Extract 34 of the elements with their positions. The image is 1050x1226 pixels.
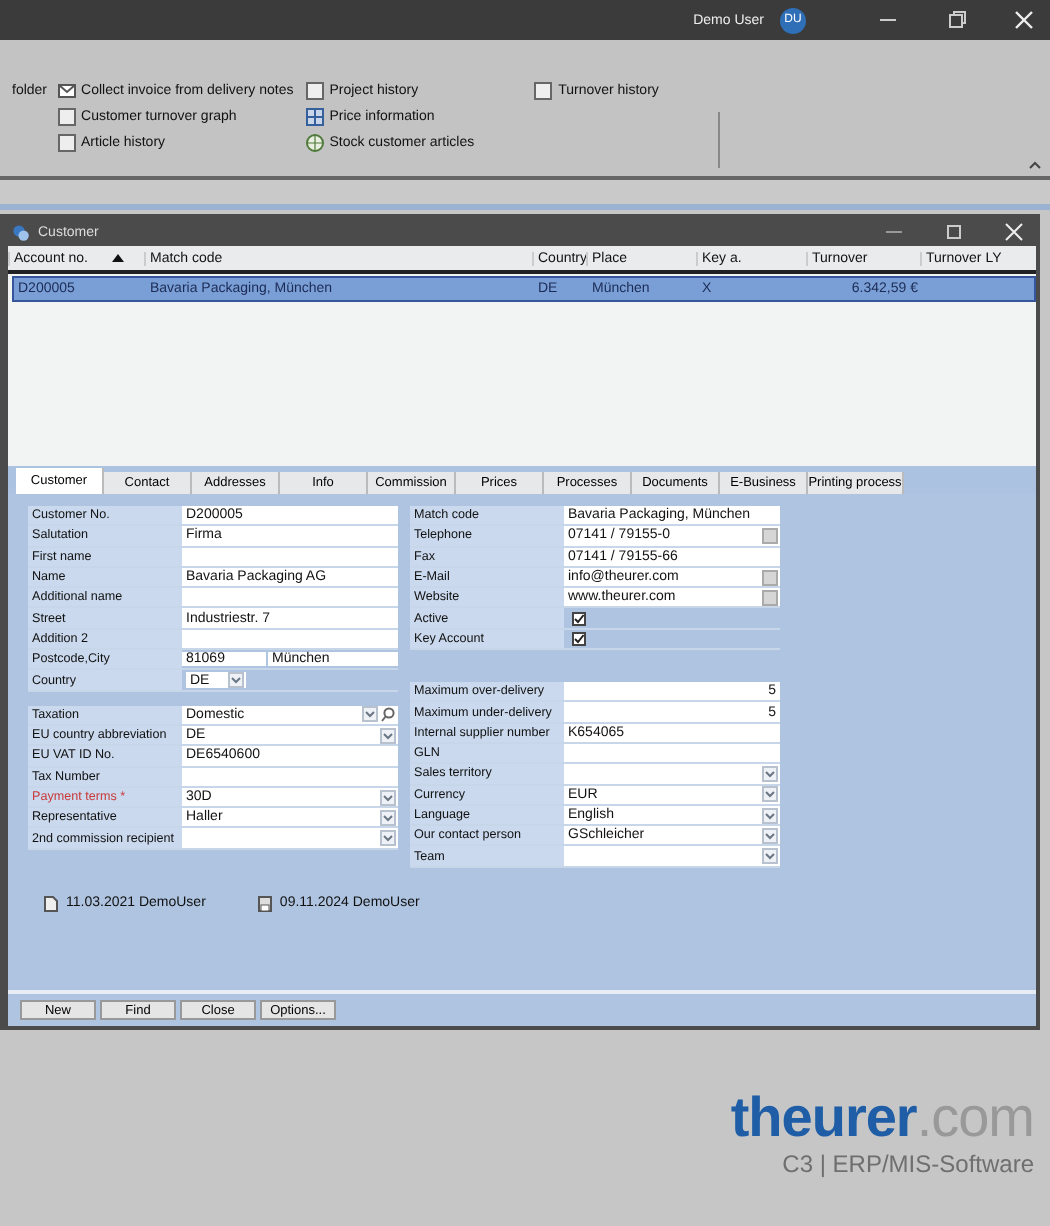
dropdown-field[interactable] — [564, 846, 780, 866]
close-icon[interactable] — [1000, 220, 1028, 244]
dropdown-icon[interactable] — [762, 827, 778, 844]
input-field[interactable] — [182, 588, 398, 607]
document-icon — [44, 895, 58, 912]
brand-tagline: C3 | ERP/MIS-Software — [782, 1150, 1034, 1178]
sort-icon — [112, 254, 124, 262]
dropdown-field[interactable] — [182, 828, 398, 848]
checkbox[interactable] — [572, 631, 586, 646]
dropdown-icon[interactable] — [380, 809, 396, 826]
checkbox-icon — [57, 133, 76, 151]
envelope-icon — [57, 81, 76, 99]
dropdown-icon[interactable] — [228, 672, 244, 689]
checkbox-icon — [57, 107, 76, 125]
dropdown-icon[interactable] — [380, 789, 396, 805]
checkbox-icon — [534, 81, 553, 99]
dropdown-icon[interactable] — [380, 727, 396, 744]
save-icon — [257, 895, 272, 912]
dropdown-icon[interactable] — [762, 848, 778, 865]
app-icon — [12, 223, 30, 241]
dropdown-icon[interactable] — [380, 830, 396, 847]
checkbox[interactable] — [572, 611, 586, 626]
checkbox-icon — [305, 81, 324, 99]
globe-icon — [305, 133, 324, 151]
grid-icon — [305, 107, 324, 125]
dropdown-icon[interactable] — [762, 786, 778, 803]
dropdown-icon[interactable] — [762, 765, 778, 782]
dropdown-field[interactable] — [564, 764, 780, 784]
dropdown-icon[interactable] — [762, 807, 778, 823]
dropdown-icon[interactable] — [362, 706, 378, 723]
search-icon[interactable] — [380, 706, 396, 723]
close-icon[interactable] — [1010, 8, 1038, 32]
field-action-button[interactable] — [762, 527, 778, 544]
collapse-icon[interactable] — [1028, 160, 1042, 170]
